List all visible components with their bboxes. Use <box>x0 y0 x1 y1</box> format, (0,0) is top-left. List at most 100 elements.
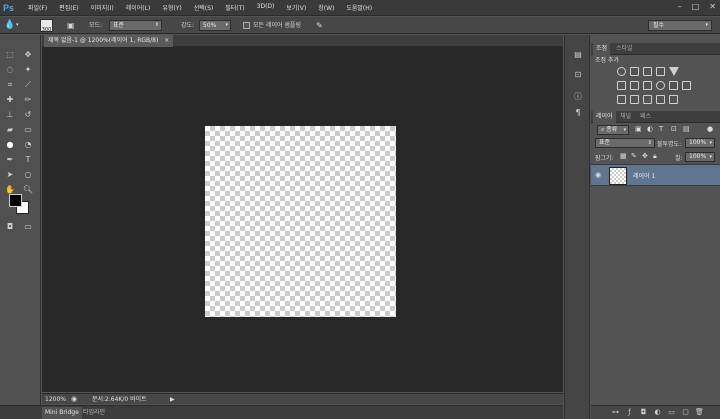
shape-tool-icon[interactable]: ○ <box>22 169 34 180</box>
eraser-tool-icon[interactable]: ▰ <box>4 124 16 135</box>
lock-all-icon[interactable]: 🔒︎ <box>653 152 657 161</box>
menu-window[interactable]: 창(W) <box>318 3 334 14</box>
gradient-tool-icon[interactable]: ▭ <box>22 124 34 135</box>
brush-panel-icon[interactable]: ▣ <box>67 20 75 31</box>
status-arrow-icon[interactable]: ▶ <box>170 395 175 404</box>
sample-all-checkbox[interactable] <box>243 22 250 29</box>
history-brush-tool-icon[interactable]: ↺ <box>22 109 34 120</box>
gradient-map-icon[interactable] <box>656 95 665 104</box>
eyedropper-tool-icon[interactable]: ⟋ <box>22 79 34 90</box>
close-tab-icon[interactable]: × <box>164 37 169 44</box>
strength-input[interactable]: 50% ▾ <box>199 20 231 31</box>
filter-adjustment-icon[interactable]: ◐ <box>647 125 653 133</box>
document-tab[interactable]: 제목 없음-1 @ 1200%(레이어 1, RGB/8) × <box>44 35 174 47</box>
status-menu-icon[interactable]: ◉ <box>71 395 77 404</box>
menu-filter[interactable]: 필터(T) <box>225 3 244 14</box>
quick-mask-icon[interactable]: ◘ <box>4 221 16 232</box>
brush-size-picker[interactable]: 300 <box>40 19 53 33</box>
zoom-level[interactable]: 1200% <box>45 395 66 404</box>
filter-pixel-icon[interactable]: ▣ <box>635 125 642 133</box>
new-group-icon[interactable]: ▭ <box>667 408 676 417</box>
channel-mixer-icon[interactable] <box>669 81 678 90</box>
magic-wand-tool-icon[interactable]: ✦ <box>22 64 34 75</box>
layer-row[interactable]: ◉ 레이어 1 <box>591 164 720 186</box>
tab-timeline[interactable]: 타임라인 <box>80 407 108 419</box>
lock-transparency-icon[interactable]: ▦ <box>620 152 627 160</box>
tab-styles[interactable]: 스타일 <box>613 43 636 55</box>
opacity-input[interactable]: 100% ▾ <box>685 138 715 148</box>
tab-layers[interactable]: 레이어 <box>593 111 616 123</box>
curves-icon[interactable] <box>643 67 652 76</box>
character-panel-icon[interactable]: ¶ <box>572 107 584 118</box>
adjustment-layer-icon[interactable]: ◐ <box>653 408 662 417</box>
menu-select[interactable]: 선택(S) <box>194 3 214 14</box>
color-balance-icon[interactable] <box>630 81 639 90</box>
link-layers-icon[interactable]: ⊶ <box>611 408 620 417</box>
menu-3d[interactable]: 3D(D) <box>257 3 275 14</box>
menu-file[interactable]: 파일(F) <box>28 3 47 14</box>
layer-style-icon[interactable]: ƒ <box>625 408 634 417</box>
menu-edit[interactable]: 편집(E) <box>59 3 79 14</box>
lock-position-icon[interactable]: ✥ <box>642 152 648 160</box>
tab-mini-bridge[interactable]: Mini Bridge <box>42 407 82 419</box>
brightness-icon[interactable] <box>617 67 626 76</box>
levels-icon[interactable] <box>630 67 639 76</box>
screen-mode-icon[interactable]: ▭ <box>22 221 34 232</box>
healing-tool-icon[interactable]: ✚ <box>4 94 16 105</box>
add-mask-icon[interactable]: ◘ <box>639 408 648 417</box>
blend-mode-select[interactable]: 표준 ⇕ <box>595 138 655 148</box>
stamp-tool-icon[interactable]: ⊥ <box>4 109 16 120</box>
info-panel-icon[interactable]: ⓘ <box>572 91 584 102</box>
exposure-icon[interactable] <box>656 67 665 76</box>
lock-pixels-icon[interactable]: ✎ <box>631 152 637 160</box>
lasso-tool-icon[interactable]: ◌ <box>4 64 16 75</box>
menu-image[interactable]: 이미지(I) <box>91 3 114 14</box>
blur-tool-icon[interactable]: 💧 <box>4 20 15 31</box>
filter-shape-icon[interactable]: ⊡ <box>671 125 677 133</box>
layer-filter-select[interactable]: ⌕ 종류 ▾ <box>597 125 629 135</box>
marquee-tool-icon[interactable]: ⬚ <box>4 49 16 60</box>
crop-tool-icon[interactable]: ⌗ <box>4 79 16 90</box>
maximize-button[interactable]: □ <box>692 2 700 11</box>
blur-tool-icon[interactable]: ● <box>4 139 16 150</box>
close-button[interactable]: ✕ <box>709 2 716 11</box>
mode-select[interactable]: 표준 ⇕ <box>109 20 162 31</box>
filter-type-icon[interactable]: T <box>659 125 663 133</box>
pressure-icon[interactable]: ✎ <box>316 20 323 31</box>
workspace-select[interactable]: 필수 ▾ <box>648 20 712 31</box>
black-white-icon[interactable] <box>643 81 652 90</box>
type-tool-icon[interactable]: T <box>22 154 34 165</box>
zoom-tool-icon[interactable]: 🔍︎ <box>22 184 34 195</box>
tab-adjustments[interactable]: 조정 <box>593 43 611 55</box>
new-layer-icon[interactable]: ▢ <box>681 408 690 417</box>
threshold-icon[interactable] <box>643 95 652 104</box>
posterize-icon[interactable] <box>630 95 639 104</box>
tab-paths[interactable]: 패스 <box>637 111 654 123</box>
tool-preset-chevron-icon[interactable]: ▾ <box>16 20 19 31</box>
photo-filter-icon[interactable] <box>656 81 665 90</box>
history-panel-icon[interactable]: ▤ <box>572 49 584 60</box>
delete-layer-icon[interactable]: 🗑︎ <box>695 408 704 417</box>
selective-color-icon[interactable] <box>669 95 678 104</box>
tab-channels[interactable]: 채널 <box>617 111 634 123</box>
dodge-tool-icon[interactable]: ◔ <box>22 139 34 150</box>
menu-type[interactable]: 유형(Y) <box>162 3 181 14</box>
vibrance-icon[interactable] <box>669 67 679 76</box>
filter-toggle-icon[interactable]: ● <box>707 125 713 133</box>
menu-view[interactable]: 보기(V) <box>286 3 306 14</box>
properties-panel-icon[interactable]: ⊡ <box>572 69 584 80</box>
document-canvas[interactable] <box>205 126 396 317</box>
minimize-button[interactable]: – <box>678 2 682 11</box>
brush-tool-icon[interactable]: ✏ <box>22 94 34 105</box>
fill-input[interactable]: 100% ▾ <box>685 152 715 162</box>
eye-icon[interactable]: ◉ <box>595 171 601 179</box>
invert-icon[interactable] <box>617 95 626 104</box>
menu-help[interactable]: 도움말(H) <box>346 3 372 14</box>
layer-name[interactable]: 레이어 1 <box>633 171 655 180</box>
pen-tool-icon[interactable]: ✒ <box>4 154 16 165</box>
path-selection-tool-icon[interactable]: ➤ <box>4 169 16 180</box>
filter-smart-object-icon[interactable]: ▤ <box>683 125 690 133</box>
move-tool-icon[interactable]: ✥ <box>22 49 34 60</box>
color-lookup-icon[interactable] <box>682 81 691 90</box>
hue-saturation-icon[interactable] <box>617 81 626 90</box>
